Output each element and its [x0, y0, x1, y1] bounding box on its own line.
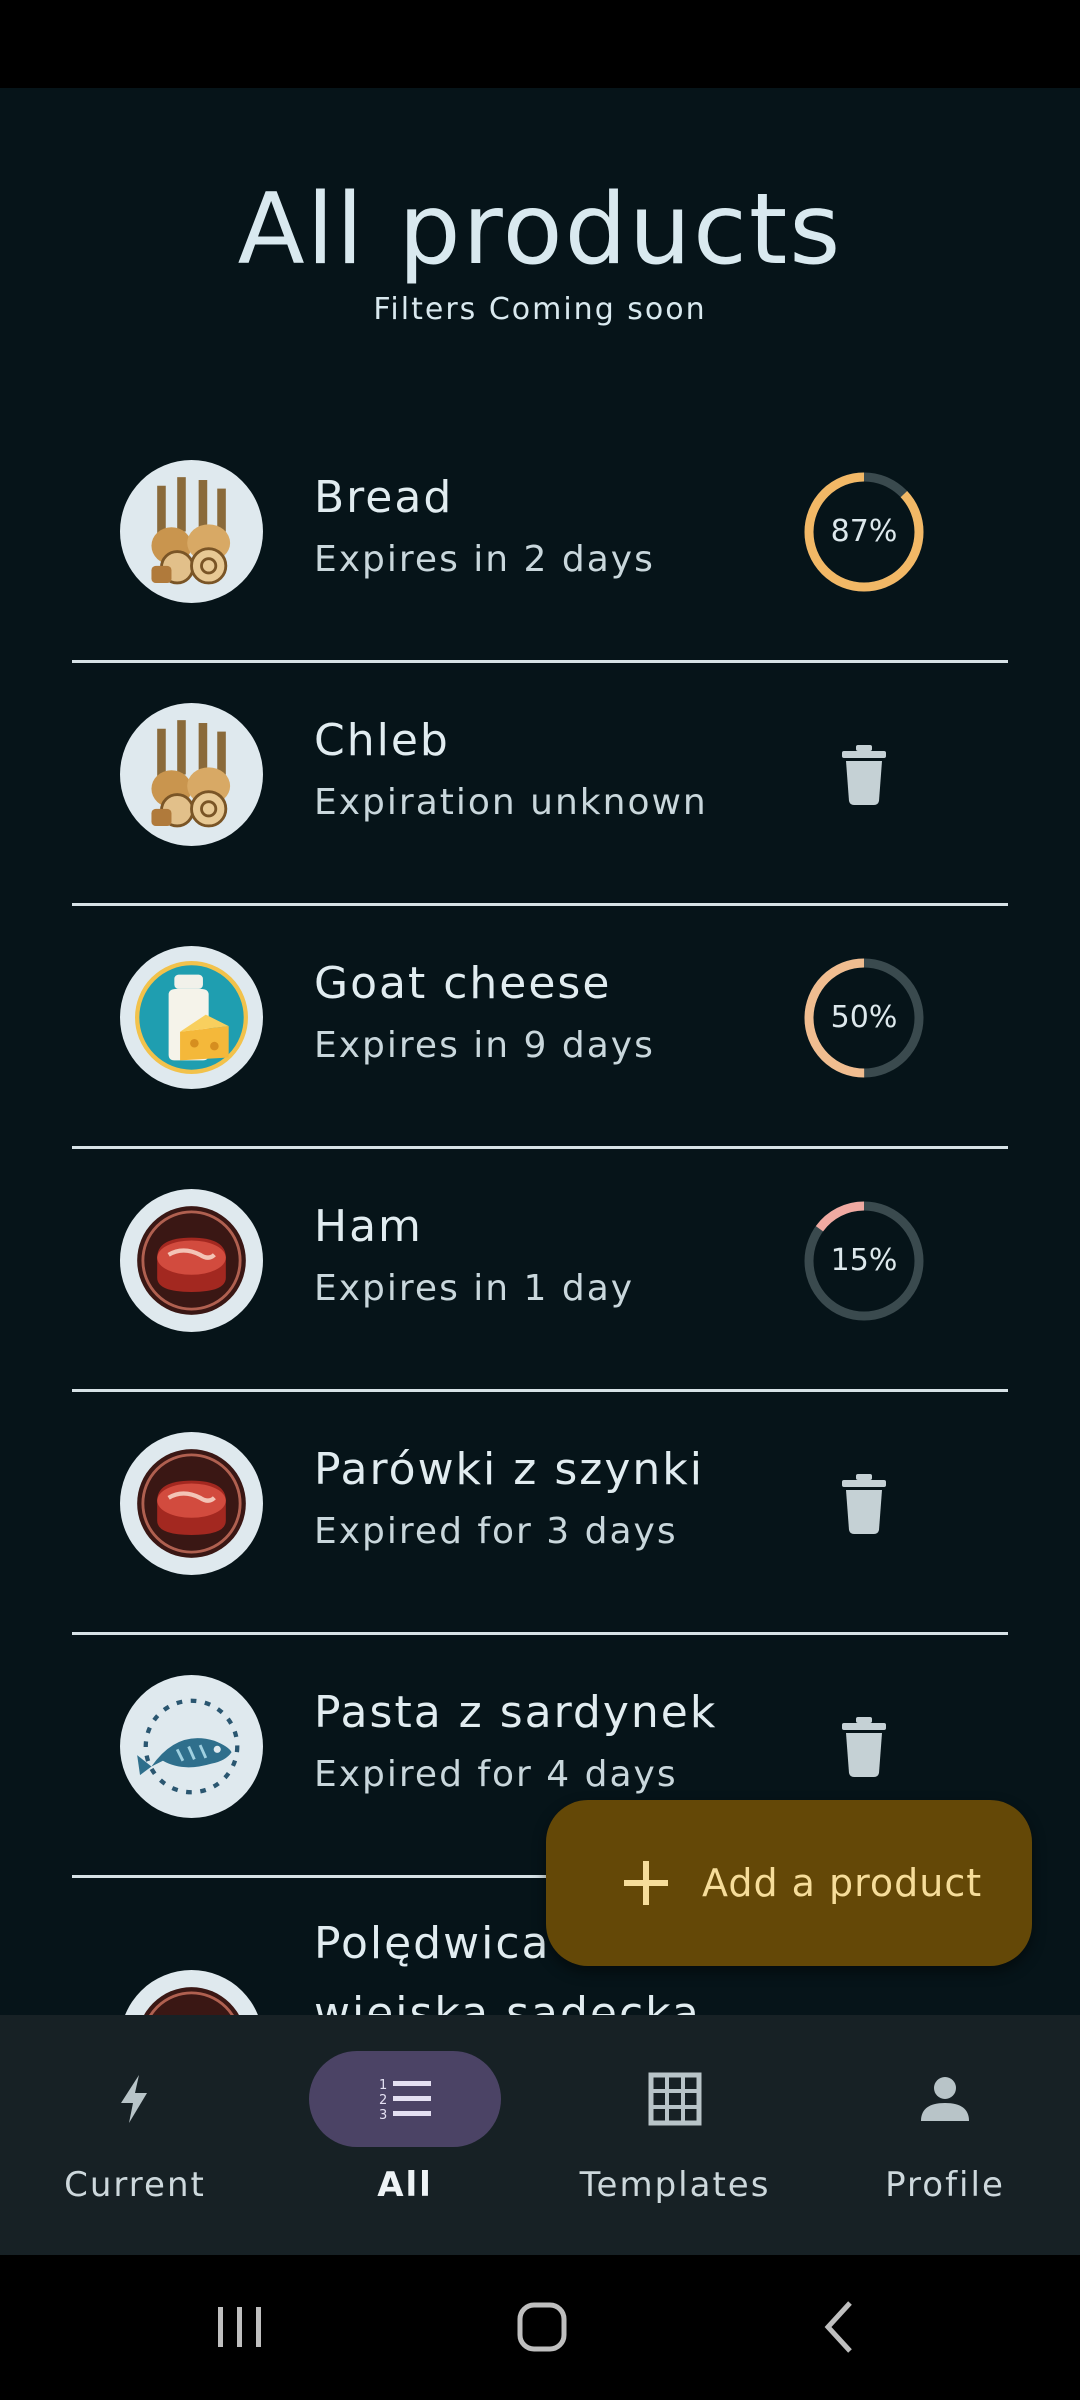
nav-label: Profile — [885, 2165, 1005, 2205]
nav-item-templates[interactable]: Templates — [540, 2015, 810, 2255]
freshness-ring: 50% — [802, 956, 926, 1080]
system-navigation-bar — [0, 2255, 1080, 2400]
expiry-status: Expired for 4 days — [314, 1754, 678, 1795]
product-name-line2: wiejska sądecka — [314, 1988, 701, 2015]
list-item[interactable]: Parówki z szynki Expired for 3 days — [72, 1392, 1008, 1635]
meat-icon — [120, 1432, 263, 1575]
product-name: Ham — [314, 1201, 423, 1252]
person-icon — [921, 2077, 969, 2121]
product-name: Pasta z sardynek — [314, 1687, 718, 1738]
numbered-list-icon: 1 2 3 — [379, 2078, 431, 2123]
expiry-status: Expires in 2 days — [314, 539, 655, 580]
list-item[interactable]: Goat cheese Expires in 9 days 50% — [72, 906, 1008, 1149]
header: All products Filters Coming soon — [0, 160, 1080, 327]
grid-icon — [648, 2072, 702, 2126]
nav-item-all[interactable]: 1 2 3 All — [270, 2015, 540, 2255]
meat-icon — [120, 1189, 263, 1332]
active-pill: 1 2 3 — [309, 2051, 501, 2147]
product-name: Goat cheese — [314, 958, 612, 1009]
recents-icon — [218, 2307, 261, 2347]
freshness-percent: 15% — [830, 1243, 898, 1278]
nav-label: Templates — [579, 2165, 771, 2205]
filters-subtitle: Filters Coming soon — [373, 292, 707, 327]
list-item[interactable]: Bread Expires in 2 days 87% — [72, 420, 1008, 663]
home-icon — [517, 2302, 567, 2352]
list-item[interactable]: Chleb Expiration unknown — [72, 663, 1008, 906]
nav-item-current[interactable]: Current — [0, 2015, 270, 2255]
back-button[interactable] — [800, 2295, 880, 2359]
svg-text:1: 1 — [379, 2078, 387, 2093]
product-name: Chleb — [314, 715, 450, 766]
trash-icon[interactable] — [840, 745, 888, 805]
add-product-button[interactable]: Add a product — [546, 1800, 1032, 1966]
fish-icon — [120, 1675, 263, 1818]
freshness-percent: 87% — [830, 514, 898, 549]
expiry-status: Expires in 9 days — [314, 1025, 655, 1066]
meat-icon — [120, 1970, 263, 2015]
plus-icon — [624, 1861, 668, 1905]
svg-text:3: 3 — [379, 2108, 387, 2123]
freshness-ring: 15% — [802, 1199, 926, 1323]
freshness-ring: 87% — [802, 470, 926, 594]
nav-label: Current — [64, 2165, 206, 2205]
trash-icon[interactable] — [840, 1474, 888, 1534]
freshness-percent: 50% — [830, 1000, 898, 1035]
page-title: All products — [237, 173, 843, 287]
back-icon — [824, 2301, 852, 2353]
status-bar — [0, 0, 1080, 88]
expiry-status: Expired for 3 days — [314, 1511, 678, 1552]
trash-icon[interactable] — [840, 1717, 888, 1777]
bread-icon — [120, 703, 263, 846]
add-product-label: Add a product — [702, 1861, 983, 1905]
bottom-navigation: Current 1 2 3 All Templates Profile — [0, 2015, 1080, 2255]
product-name: Bread — [314, 472, 454, 523]
bolt-icon — [121, 2075, 147, 2123]
nav-item-profile[interactable]: Profile — [810, 2015, 1080, 2255]
recents-button[interactable] — [200, 2295, 280, 2359]
expiry-status: Expiration unknown — [314, 782, 708, 823]
list-item[interactable]: Ham Expires in 1 day 15% — [72, 1149, 1008, 1392]
svg-text:2: 2 — [379, 2093, 387, 2108]
bread-icon — [120, 460, 263, 603]
product-name: Parówki z szynki — [314, 1444, 704, 1495]
milk-cheese-icon — [120, 946, 263, 1089]
nav-label: All — [377, 2165, 433, 2205]
expiry-status: Expires in 1 day — [314, 1268, 635, 1309]
home-button[interactable] — [500, 2295, 580, 2359]
product-list[interactable]: Bread Expires in 2 days 87% Chleb Expira… — [72, 420, 1008, 2015]
